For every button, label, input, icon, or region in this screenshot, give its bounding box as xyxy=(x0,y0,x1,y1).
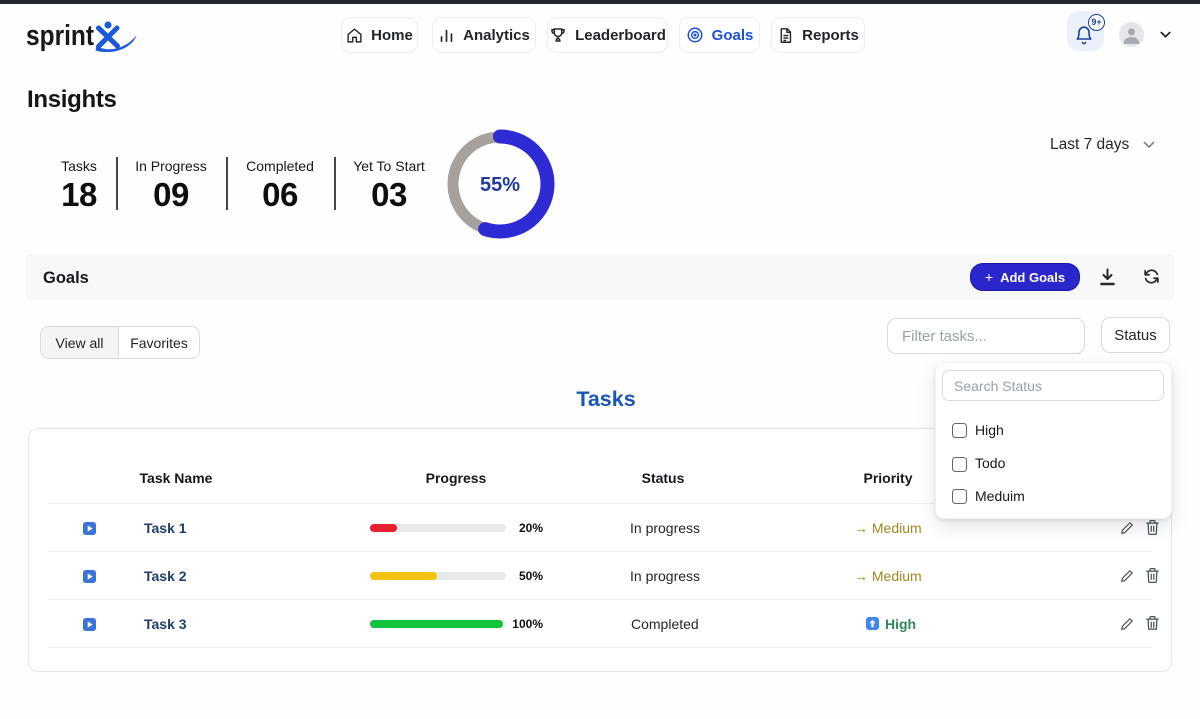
svg-text:55%: 55% xyxy=(480,174,520,196)
svg-text:sprint: sprint xyxy=(26,20,94,52)
